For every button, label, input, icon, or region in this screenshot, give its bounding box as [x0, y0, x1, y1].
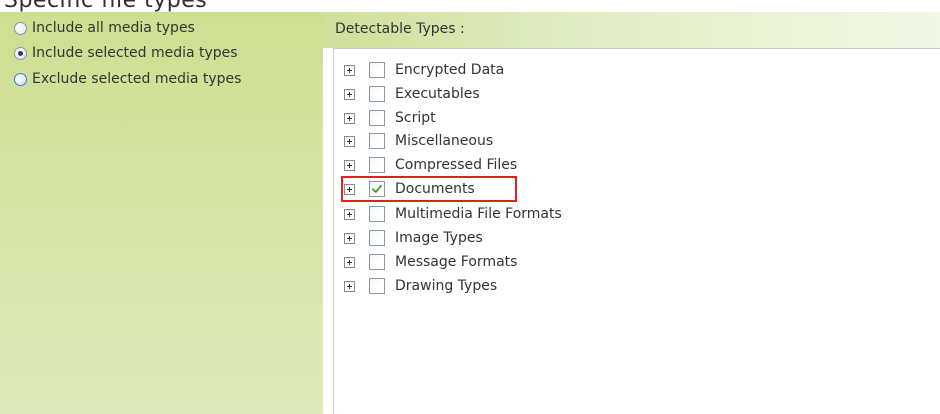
- expand-plus-icon[interactable]: [344, 159, 355, 171]
- tree-item-label[interactable]: Miscellaneous: [395, 133, 493, 149]
- type-checkbox[interactable]: [369, 254, 385, 270]
- radio-include-selected[interactable]: Include selected media types: [14, 43, 238, 63]
- type-checkbox[interactable]: [369, 86, 385, 102]
- tree-item-executables: Executables: [344, 84, 480, 104]
- checkmark-icon: [372, 184, 382, 193]
- radio-include-all[interactable]: Include all media types: [14, 18, 195, 38]
- radio-button[interactable]: [14, 21, 27, 35]
- tree-item-label[interactable]: Compressed Files: [395, 157, 517, 173]
- detectable-types-label: Detectable Types :: [335, 21, 465, 37]
- detectable-types-header: Detectable Types :: [323, 12, 940, 48]
- tree-item-label[interactable]: Executables: [395, 86, 480, 102]
- file-types-panel: Specific file types Include all media ty…: [0, 0, 940, 414]
- tree-item-label[interactable]: Encrypted Data: [395, 62, 504, 78]
- tree-item-image-types: Image Types: [344, 228, 483, 248]
- type-checkbox-checked[interactable]: [369, 181, 385, 197]
- expand-plus-icon[interactable]: [344, 135, 355, 147]
- media-options-panel: Include all media types Include selected…: [0, 12, 323, 414]
- radio-label: Include all media types: [32, 20, 195, 36]
- tree-item-label[interactable]: Drawing Types: [395, 278, 497, 294]
- tree-item-drawing-types: Drawing Types: [344, 276, 497, 296]
- radio-button-selected[interactable]: [14, 46, 27, 60]
- type-checkbox[interactable]: [369, 278, 385, 294]
- radio-label: Include selected media types: [32, 45, 238, 61]
- tree-item-script: Script: [344, 108, 436, 128]
- tree-item-encrypted-data: Encrypted Data: [344, 60, 504, 80]
- expand-plus-icon[interactable]: [344, 183, 355, 195]
- type-checkbox[interactable]: [369, 157, 385, 173]
- expand-plus-icon[interactable]: [344, 112, 355, 124]
- tree-item-multimedia-file-formats: Multimedia File Formats: [344, 204, 562, 224]
- tree-item-label[interactable]: Image Types: [395, 230, 483, 246]
- type-checkbox[interactable]: [369, 110, 385, 126]
- expand-plus-icon[interactable]: [344, 208, 355, 220]
- expand-plus-icon[interactable]: [344, 88, 355, 100]
- expand-plus-icon[interactable]: [344, 280, 355, 292]
- type-checkbox[interactable]: [369, 206, 385, 222]
- tree-item-label[interactable]: Message Formats: [395, 254, 517, 270]
- tree-item-label[interactable]: Script: [395, 110, 436, 126]
- tree-item-documents: Documents: [341, 176, 517, 202]
- type-checkbox[interactable]: [369, 62, 385, 78]
- type-checkbox[interactable]: [369, 230, 385, 246]
- expand-plus-icon[interactable]: [344, 256, 355, 268]
- tree-item-message-formats: Message Formats: [344, 252, 517, 272]
- radio-button[interactable]: [14, 72, 27, 86]
- detectable-types-tree[interactable]: Encrypted Data Executables Script Miscel…: [333, 48, 940, 414]
- type-checkbox[interactable]: [369, 133, 385, 149]
- tree-item-label[interactable]: Multimedia File Formats: [395, 206, 562, 222]
- expand-plus-icon[interactable]: [344, 232, 355, 244]
- tree-item-miscellaneous: Miscellaneous: [344, 131, 493, 151]
- tree-item-label[interactable]: Documents: [395, 181, 475, 197]
- radio-exclude-selected[interactable]: Exclude selected media types: [14, 69, 241, 89]
- tree-item-compressed-files: Compressed Files: [344, 155, 517, 175]
- radio-label: Exclude selected media types: [32, 71, 242, 87]
- expand-plus-icon[interactable]: [344, 64, 355, 76]
